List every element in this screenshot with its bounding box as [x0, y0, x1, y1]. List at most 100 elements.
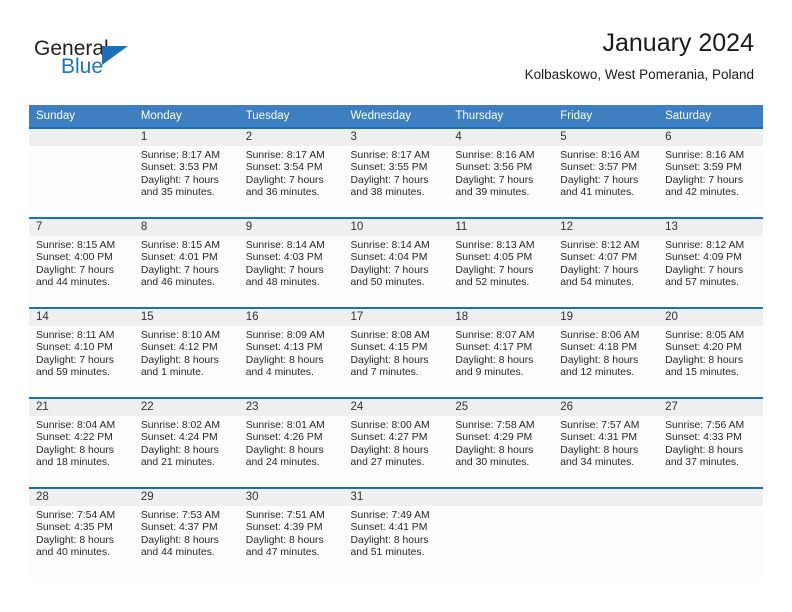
day-sun-details: Sunrise: 8:14 AM Sunset: 4:03 PM Dayligh…	[245, 240, 325, 289]
weekday-header-friday: Friday	[553, 105, 659, 127]
day-cell-29[interactable]: 29 Sunrise: 7:53 AM Sunset: 4:37 PM Dayli…	[133, 487, 239, 577]
calendar-week-row: 14 Sunrise: 8:11 AM Sunset: 4:10 PM Dayli…	[29, 307, 763, 397]
day-cell-25[interactable]: 25 Sunrise: 7:58 AM Sunset: 4:29 PM Dayli…	[448, 397, 554, 487]
calendar-cell: 26 Sunrise: 7:57 AM Sunset: 4:31 PM Dayli…	[553, 397, 659, 487]
day-cell-23[interactable]: 23 Sunrise: 8:01 AM Sunset: 4:26 PM Dayli…	[238, 397, 344, 487]
day-cell-20[interactable]: 20 Sunrise: 8:05 AM Sunset: 4:20 PM Dayli…	[658, 307, 763, 397]
day-cell-27[interactable]: 27 Sunrise: 7:56 AM Sunset: 4:33 PM Dayli…	[658, 397, 763, 487]
day-number: 12	[553, 219, 659, 236]
day-cell-21[interactable]: 21 Sunrise: 8:04 AM Sunset: 4:22 PM Dayli…	[29, 397, 134, 487]
weekday-header-wednesday: Wednesday	[343, 105, 449, 127]
calendar-cell: 21 Sunrise: 8:04 AM Sunset: 4:22 PM Dayli…	[29, 397, 134, 487]
day-number: 28	[29, 489, 134, 506]
page-header: General Blue January 2024 Kolbaskowo, We…	[0, 0, 792, 100]
day-cell-empty	[553, 487, 659, 577]
calendar-cell	[448, 487, 554, 577]
day-number: 21	[29, 399, 134, 416]
calendar-cell: 3 Sunrise: 8:17 AM Sunset: 3:55 PM Daylig…	[343, 127, 449, 217]
day-number: 25	[448, 399, 554, 416]
calendar-cell: 22 Sunrise: 8:02 AM Sunset: 4:24 PM Dayli…	[133, 397, 239, 487]
weekday-header-tuesday: Tuesday	[238, 105, 344, 127]
day-cell-2[interactable]: 2 Sunrise: 8:17 AM Sunset: 3:54 PM Daylig…	[238, 127, 344, 217]
day-cell-1[interactable]: 1 Sunrise: 8:17 AM Sunset: 3:53 PM Daylig…	[133, 127, 239, 217]
day-sun-details	[658, 506, 763, 510]
day-cell-10[interactable]: 10 Sunrise: 8:14 AM Sunset: 4:04 PM Dayli…	[343, 217, 449, 307]
calendar-cell: 16 Sunrise: 8:09 AM Sunset: 4:13 PM Dayli…	[238, 307, 344, 397]
day-cell-15[interactable]: 15 Sunrise: 8:10 AM Sunset: 4:12 PM Dayli…	[133, 307, 239, 397]
calendar-week-row: 7 Sunrise: 8:15 AM Sunset: 4:00 PM Daylig…	[29, 217, 763, 307]
day-cell-3[interactable]: 3 Sunrise: 8:17 AM Sunset: 3:55 PM Daylig…	[343, 127, 449, 217]
day-sun-details: Sunrise: 8:02 AM Sunset: 4:24 PM Dayligh…	[140, 420, 220, 469]
day-cell-7[interactable]: 7 Sunrise: 8:15 AM Sunset: 4:00 PM Daylig…	[29, 217, 134, 307]
general-blue-logo: General Blue	[34, 38, 214, 84]
day-cell-31[interactable]: 31 Sunrise: 7:49 AM Sunset: 4:41 PM Dayli…	[343, 487, 449, 577]
logo-text-blue: Blue	[61, 55, 104, 78]
day-sun-details: Sunrise: 8:15 AM Sunset: 4:00 PM Dayligh…	[36, 240, 116, 289]
day-sun-details: Sunrise: 7:58 AM Sunset: 4:29 PM Dayligh…	[455, 420, 535, 469]
day-cell-19[interactable]: 19 Sunrise: 8:06 AM Sunset: 4:18 PM Dayli…	[553, 307, 659, 397]
day-number: 8	[133, 219, 239, 236]
calendar-cell: 29 Sunrise: 7:53 AM Sunset: 4:37 PM Dayli…	[133, 487, 239, 577]
calendar-cell: 14 Sunrise: 8:11 AM Sunset: 4:10 PM Dayli…	[29, 307, 134, 397]
day-cell-16[interactable]: 16 Sunrise: 8:09 AM Sunset: 4:13 PM Dayli…	[238, 307, 344, 397]
day-sun-details: Sunrise: 7:54 AM Sunset: 4:35 PM Dayligh…	[36, 510, 116, 559]
day-cell-28[interactable]: 28 Sunrise: 7:54 AM Sunset: 4:35 PM Dayli…	[29, 487, 134, 577]
calendar-cell: 1 Sunrise: 8:17 AM Sunset: 3:53 PM Daylig…	[133, 127, 239, 217]
day-cell-8[interactable]: 8 Sunrise: 8:15 AM Sunset: 4:01 PM Daylig…	[133, 217, 239, 307]
calendar-cell: 31 Sunrise: 7:49 AM Sunset: 4:41 PM Dayli…	[343, 487, 449, 577]
calendar-cell: 4 Sunrise: 8:16 AM Sunset: 3:56 PM Daylig…	[448, 127, 554, 217]
calendar-cell: 28 Sunrise: 7:54 AM Sunset: 4:35 PM Dayli…	[29, 487, 134, 577]
day-sun-details: Sunrise: 7:53 AM Sunset: 4:37 PM Dayligh…	[140, 510, 220, 559]
calendar-week-row: 21 Sunrise: 8:04 AM Sunset: 4:22 PM Dayli…	[29, 397, 763, 487]
day-number: 1	[133, 129, 239, 146]
day-cell-17[interactable]: 17 Sunrise: 8:08 AM Sunset: 4:15 PM Dayli…	[343, 307, 449, 397]
calendar-cell: 2 Sunrise: 8:17 AM Sunset: 3:54 PM Daylig…	[238, 127, 344, 217]
calendar-cell: 30 Sunrise: 7:51 AM Sunset: 4:39 PM Dayli…	[238, 487, 344, 577]
day-sun-details: Sunrise: 8:14 AM Sunset: 4:04 PM Dayligh…	[350, 240, 430, 289]
day-cell-30[interactable]: 30 Sunrise: 7:51 AM Sunset: 4:39 PM Dayli…	[238, 487, 344, 577]
day-cell-13[interactable]: 13 Sunrise: 8:12 AM Sunset: 4:09 PM Dayli…	[658, 217, 763, 307]
day-cell-5[interactable]: 5 Sunrise: 8:16 AM Sunset: 3:57 PM Daylig…	[553, 127, 659, 217]
day-cell-12[interactable]: 12 Sunrise: 8:12 AM Sunset: 4:07 PM Dayli…	[553, 217, 659, 307]
day-number: 27	[658, 399, 763, 416]
day-number: 18	[448, 309, 554, 326]
day-cell-11[interactable]: 11 Sunrise: 8:13 AM Sunset: 4:05 PM Dayli…	[448, 217, 554, 307]
day-number: 14	[29, 309, 134, 326]
day-sun-details: Sunrise: 7:57 AM Sunset: 4:31 PM Dayligh…	[560, 420, 640, 469]
day-sun-details: Sunrise: 8:07 AM Sunset: 4:17 PM Dayligh…	[455, 330, 535, 379]
day-sun-details: Sunrise: 7:51 AM Sunset: 4:39 PM Dayligh…	[245, 510, 325, 559]
day-sun-details: Sunrise: 8:16 AM Sunset: 3:56 PM Dayligh…	[455, 150, 535, 199]
weekday-header-sunday: Sunday	[29, 105, 134, 127]
day-number: 17	[343, 309, 449, 326]
calendar-cell: 17 Sunrise: 8:08 AM Sunset: 4:15 PM Dayli…	[343, 307, 449, 397]
day-number: 29	[133, 489, 239, 506]
day-cell-24[interactable]: 24 Sunrise: 8:00 AM Sunset: 4:27 PM Dayli…	[343, 397, 449, 487]
weekday-header-saturday: Saturday	[658, 105, 763, 127]
day-number: 4	[448, 129, 554, 146]
day-cell-14[interactable]: 14 Sunrise: 8:11 AM Sunset: 4:10 PM Dayli…	[29, 307, 134, 397]
calendar-cell: 27 Sunrise: 7:56 AM Sunset: 4:33 PM Dayli…	[658, 397, 763, 487]
location-subtitle: Kolbaskowo, West Pomerania, Poland	[524, 67, 754, 82]
day-sun-details: Sunrise: 8:16 AM Sunset: 3:59 PM Dayligh…	[665, 150, 745, 199]
day-cell-4[interactable]: 4 Sunrise: 8:16 AM Sunset: 3:56 PM Daylig…	[448, 127, 554, 217]
day-sun-details: Sunrise: 8:06 AM Sunset: 4:18 PM Dayligh…	[560, 330, 640, 379]
day-cell-9[interactable]: 9 Sunrise: 8:14 AM Sunset: 4:03 PM Daylig…	[238, 217, 344, 307]
day-sun-details: Sunrise: 8:00 AM Sunset: 4:27 PM Dayligh…	[350, 420, 430, 469]
day-number: 13	[658, 219, 763, 236]
day-number: 10	[343, 219, 449, 236]
page-title: January 2024	[602, 29, 754, 57]
day-number: 2	[238, 129, 344, 146]
calendar-cell: 5 Sunrise: 8:16 AM Sunset: 3:57 PM Daylig…	[553, 127, 659, 217]
calendar-cell: 12 Sunrise: 8:12 AM Sunset: 4:07 PM Dayli…	[553, 217, 659, 307]
calendar-cell: 10 Sunrise: 8:14 AM Sunset: 4:04 PM Dayli…	[343, 217, 449, 307]
day-sun-details: Sunrise: 8:01 AM Sunset: 4:26 PM Dayligh…	[245, 420, 325, 469]
day-cell-6[interactable]: 6 Sunrise: 8:16 AM Sunset: 3:59 PM Daylig…	[658, 127, 763, 217]
day-cell-22[interactable]: 22 Sunrise: 8:02 AM Sunset: 4:24 PM Dayli…	[133, 397, 239, 487]
calendar-cell: 18 Sunrise: 8:07 AM Sunset: 4:17 PM Dayli…	[448, 307, 554, 397]
day-number: 11	[448, 219, 554, 236]
day-number: 31	[343, 489, 449, 506]
calendar-page: General Blue January 2024 Kolbaskowo, We…	[0, 0, 792, 612]
day-sun-details: Sunrise: 7:49 AM Sunset: 4:41 PM Dayligh…	[350, 510, 430, 559]
day-cell-18[interactable]: 18 Sunrise: 8:07 AM Sunset: 4:17 PM Dayli…	[448, 307, 554, 397]
day-cell-26[interactable]: 26 Sunrise: 7:57 AM Sunset: 4:31 PM Dayli…	[553, 397, 659, 487]
